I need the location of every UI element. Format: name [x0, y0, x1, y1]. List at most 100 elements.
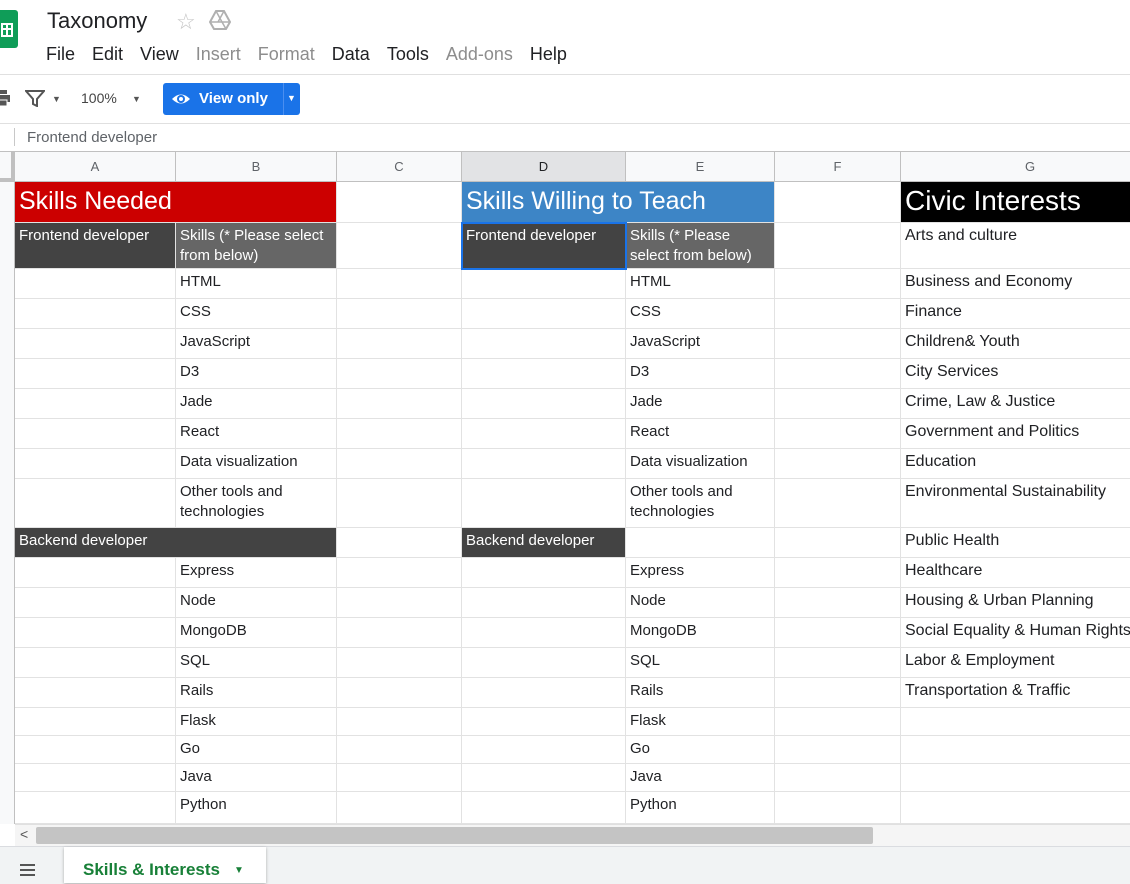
- skill-needed-item[interactable]: JavaScript: [176, 329, 337, 359]
- menu-tools[interactable]: Tools: [387, 44, 429, 66]
- skill-needed-item[interactable]: D3: [176, 359, 337, 389]
- cell[interactable]: [775, 648, 901, 678]
- backend-label-needed[interactable]: Backend developer: [15, 528, 337, 558]
- cell[interactable]: [337, 764, 462, 792]
- cell[interactable]: [462, 329, 626, 359]
- skill-needed-item[interactable]: SQL: [176, 648, 337, 678]
- cell[interactable]: [15, 792, 176, 824]
- cell[interactable]: [15, 764, 176, 792]
- skill-needed-item[interactable]: Node: [176, 588, 337, 618]
- skill-needed-item[interactable]: MongoDB: [176, 618, 337, 648]
- skill-teach-item[interactable]: MongoDB: [626, 618, 775, 648]
- skill-needed-item[interactable]: Express: [176, 558, 337, 588]
- cell[interactable]: [462, 359, 626, 389]
- skill-teach-item[interactable]: Express: [626, 558, 775, 588]
- cell[interactable]: [462, 648, 626, 678]
- civic-interest-item[interactable]: City Services: [901, 359, 1130, 389]
- cell[interactable]: [337, 479, 462, 528]
- spreadsheet-grid[interactable]: ABCDEFG Skills Needed Skills Willing to T…: [0, 152, 1130, 824]
- civic-interest-item[interactable]: Labor & Employment: [901, 648, 1130, 678]
- skill-teach-item[interactable]: Python: [626, 792, 775, 824]
- column-header-a[interactable]: A: [15, 152, 176, 182]
- skill-teach-item[interactable]: Go: [626, 736, 775, 764]
- document-title[interactable]: Taxonomy: [47, 8, 147, 34]
- row-headers[interactable]: [0, 182, 15, 824]
- cell[interactable]: [337, 678, 462, 708]
- skill-teach-item[interactable]: Rails: [626, 678, 775, 708]
- cell[interactable]: [337, 588, 462, 618]
- select-all-corner[interactable]: [0, 152, 15, 182]
- column-header-c[interactable]: C: [337, 152, 462, 182]
- cell[interactable]: [15, 736, 176, 764]
- cell[interactable]: [337, 419, 462, 449]
- cell[interactable]: [337, 223, 462, 269]
- skill-needed-item[interactable]: Java: [176, 764, 337, 792]
- menu-data[interactable]: Data: [332, 44, 370, 66]
- cell[interactable]: [462, 449, 626, 479]
- sheets-logo-icon[interactable]: [0, 10, 18, 48]
- skills-needed-header[interactable]: Skills Needed: [15, 182, 337, 223]
- cell[interactable]: [15, 678, 176, 708]
- zoom-select[interactable]: 100%: [81, 90, 117, 106]
- cell[interactable]: [15, 269, 176, 299]
- civic-interest-item[interactable]: Healthcare: [901, 558, 1130, 588]
- cell[interactable]: [462, 588, 626, 618]
- cell[interactable]: [775, 618, 901, 648]
- cell[interactable]: [15, 359, 176, 389]
- menu-view[interactable]: View: [140, 44, 179, 66]
- star-icon[interactable]: ☆: [176, 9, 196, 35]
- cell[interactable]: [15, 299, 176, 329]
- cell[interactable]: [775, 223, 901, 269]
- civic-interest-item[interactable]: Finance: [901, 299, 1130, 329]
- column-header-e[interactable]: E: [626, 152, 775, 182]
- cell[interactable]: [901, 764, 1130, 792]
- civic-interest-item[interactable]: Children& Youth: [901, 329, 1130, 359]
- menu-insert[interactable]: Insert: [196, 44, 241, 66]
- cell[interactable]: [626, 528, 775, 558]
- cell[interactable]: [337, 299, 462, 329]
- column-header-f[interactable]: F: [775, 152, 901, 182]
- skills-teach-header[interactable]: Skills Willing to Teach: [462, 182, 775, 223]
- cell[interactable]: [775, 678, 901, 708]
- view-only-button[interactable]: View only ▼: [163, 83, 300, 115]
- scroll-left-icon[interactable]: <: [20, 826, 28, 842]
- skill-teach-item[interactable]: CSS: [626, 299, 775, 329]
- skill-teach-item[interactable]: Jade: [626, 389, 775, 419]
- cell[interactable]: [775, 792, 901, 824]
- column-header-g[interactable]: G: [901, 152, 1130, 182]
- menu-format[interactable]: Format: [258, 44, 315, 66]
- skill-teach-item[interactable]: Other tools and technologies: [626, 479, 775, 528]
- cell[interactable]: [337, 389, 462, 419]
- cell[interactable]: [15, 708, 176, 736]
- cell[interactable]: [775, 449, 901, 479]
- civic-interest-item[interactable]: Housing & Urban Planning: [901, 588, 1130, 618]
- cell[interactable]: [775, 558, 901, 588]
- skill-teach-item[interactable]: JavaScript: [626, 329, 775, 359]
- cell[interactable]: [462, 708, 626, 736]
- skill-teach-item[interactable]: Flask: [626, 708, 775, 736]
- column-header-d[interactable]: D: [462, 152, 626, 182]
- cell[interactable]: [462, 618, 626, 648]
- menu-file[interactable]: File: [46, 44, 75, 66]
- cell[interactable]: [901, 792, 1130, 824]
- cell[interactable]: [15, 419, 176, 449]
- chevron-down-icon[interactable]: ▼: [287, 93, 296, 103]
- skill-needed-item[interactable]: Python: [176, 792, 337, 824]
- cell[interactable]: [462, 736, 626, 764]
- cell[interactable]: [15, 329, 176, 359]
- cell[interactable]: [775, 299, 901, 329]
- filter-icon[interactable]: [23, 89, 47, 112]
- formula-input[interactable]: Frontend developer: [27, 129, 157, 146]
- skill-needed-item[interactable]: Data visualization: [176, 449, 337, 479]
- cell[interactable]: [337, 792, 462, 824]
- skill-teach-item[interactable]: SQL: [626, 648, 775, 678]
- cell[interactable]: [15, 389, 176, 419]
- cell[interactable]: [462, 269, 626, 299]
- zoom-dropdown-icon[interactable]: ▼: [132, 94, 141, 104]
- cell[interactable]: [337, 182, 462, 223]
- skill-needed-item[interactable]: Jade: [176, 389, 337, 419]
- cell[interactable]: [775, 182, 901, 223]
- cell[interactable]: [775, 269, 901, 299]
- skills-hint-teach[interactable]: Skills (* Please select from below): [626, 223, 775, 269]
- skill-needed-item[interactable]: Rails: [176, 678, 337, 708]
